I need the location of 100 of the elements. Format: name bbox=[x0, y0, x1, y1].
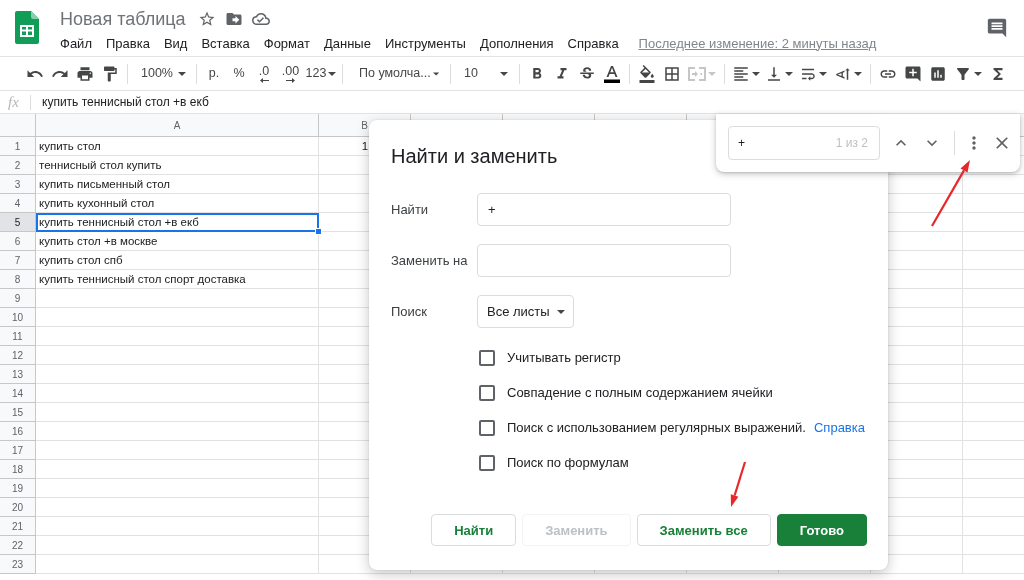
dialog-title: Найти и заменить bbox=[391, 144, 559, 168]
table-cell-text: купить письменный стол bbox=[38, 177, 172, 192]
borders-icon[interactable] bbox=[663, 64, 681, 83]
menu-item[interactable]: Справка bbox=[567, 35, 619, 51]
dialog-button[interactable]: Найти bbox=[431, 514, 517, 546]
font-size-dropdown[interactable]: 10 bbox=[456, 60, 514, 87]
caret-icon bbox=[819, 71, 827, 76]
spreadsheet-logo-icon[interactable] bbox=[15, 11, 39, 44]
caret-icon bbox=[785, 71, 793, 76]
table-cell-text: купить кухонный стол bbox=[38, 196, 156, 211]
formula-input[interactable]: купить теннисный стол +в екб bbox=[42, 95, 209, 109]
help-link[interactable]: Справка bbox=[813, 420, 865, 435]
field-label: Заменить на bbox=[391, 253, 469, 268]
cloud-check-icon[interactable] bbox=[251, 10, 270, 28]
menu-item[interactable]: Вставка bbox=[201, 35, 250, 51]
caret-icon bbox=[178, 71, 186, 76]
star-icon[interactable] bbox=[197, 10, 216, 28]
table-cell-text: купить теннисный стол спорт доставка bbox=[38, 272, 247, 287]
row-number[interactable]: 6 bbox=[0, 232, 36, 251]
menu-item[interactable]: Файл bbox=[60, 35, 92, 51]
currency-format-button[interactable]: р. bbox=[202, 60, 226, 87]
percent-format-button[interactable]: % bbox=[227, 60, 251, 87]
menu-item[interactable]: Правка bbox=[105, 35, 150, 51]
row-number[interactable]: 7 bbox=[0, 251, 36, 270]
row-number[interactable]: 18 bbox=[0, 460, 36, 479]
add-comment-icon[interactable] bbox=[904, 64, 922, 83]
caret-icon bbox=[854, 71, 862, 76]
align-left-icon[interactable] bbox=[732, 64, 750, 83]
row-number[interactable]: 13 bbox=[0, 365, 36, 384]
folder-move-icon[interactable] bbox=[224, 10, 243, 28]
document-title[interactable]: Новая таблица bbox=[60, 8, 186, 30]
checkbox[interactable] bbox=[479, 454, 495, 471]
row-number[interactable]: 12 bbox=[0, 346, 36, 365]
option-label: Поиск по формулам bbox=[507, 455, 629, 470]
caret-icon bbox=[974, 71, 982, 76]
row-number[interactable]: 15 bbox=[0, 403, 36, 422]
menu-item[interactable]: Вид bbox=[163, 35, 188, 51]
caret-icon bbox=[500, 71, 508, 76]
column-header[interactable]: A bbox=[36, 114, 319, 136]
row-number[interactable]: 21 bbox=[0, 517, 36, 536]
option-label: Поиск с использованием регулярных выражений. bbox=[507, 420, 806, 435]
fill-color-icon[interactable] bbox=[638, 64, 656, 83]
vertical-align-icon[interactable] bbox=[765, 64, 783, 83]
field-label: Поиск bbox=[391, 304, 429, 319]
dialog-button[interactable]: Заменить все bbox=[636, 514, 771, 546]
checkbox[interactable] bbox=[479, 419, 495, 436]
decrease-decimals-button[interactable]: .0 bbox=[252, 60, 276, 87]
number-format-dropdown[interactable]: 123 bbox=[305, 60, 337, 87]
paint-roller-icon[interactable] bbox=[101, 64, 119, 83]
menu-item[interactable]: Дополнения bbox=[479, 35, 554, 51]
row-number[interactable]: 8 bbox=[0, 270, 36, 289]
caret-icon bbox=[328, 71, 337, 76]
replace-input[interactable] bbox=[477, 244, 731, 277]
option-label: Совпадение с полным содержанием ячейки bbox=[507, 385, 773, 400]
font-dropdown[interactable]: По умолча... bbox=[348, 60, 445, 87]
last-edit-link[interactable]: Последнее изменение: 2 минуты назад bbox=[638, 35, 877, 51]
row-number[interactable]: 9 bbox=[0, 289, 36, 308]
menu-item[interactable]: Данные bbox=[323, 35, 371, 51]
increase-decimals-button[interactable]: .00 bbox=[277, 60, 304, 87]
row-number[interactable]: 5 bbox=[0, 213, 36, 232]
match-count: 1 из 2 bbox=[835, 136, 868, 150]
arrow-right-icon bbox=[286, 77, 295, 83]
row-number[interactable]: 10 bbox=[0, 308, 36, 327]
scope-dropdown[interactable]: Все листы bbox=[477, 295, 574, 328]
table-cell-text: купить стол bbox=[38, 139, 102, 154]
row-number[interactable]: 2 bbox=[0, 156, 36, 175]
field-label: Найти bbox=[391, 202, 430, 217]
row-number[interactable]: 11 bbox=[0, 327, 36, 346]
row-number[interactable]: 17 bbox=[0, 441, 36, 460]
checkbox[interactable] bbox=[479, 349, 495, 366]
chart-icon[interactable] bbox=[929, 64, 947, 83]
dialog-button[interactable]: Готово bbox=[776, 514, 867, 546]
table-cell-text: купить стол +в москве bbox=[38, 234, 159, 249]
caret-icon bbox=[432, 71, 439, 76]
caret-icon bbox=[556, 309, 565, 314]
fill-handle-icon[interactable] bbox=[315, 228, 322, 235]
caret-icon bbox=[708, 71, 716, 76]
zoom-dropdown[interactable]: 100% bbox=[133, 60, 191, 87]
row-number[interactable]: 3 bbox=[0, 175, 36, 194]
checkbox[interactable] bbox=[479, 384, 495, 401]
row-number[interactable]: 23 bbox=[0, 555, 36, 574]
option-label: Учитывать регистр bbox=[507, 350, 621, 365]
find-input[interactable]: + bbox=[477, 193, 731, 226]
row-number[interactable]: 14 bbox=[0, 384, 36, 403]
row-number[interactable]: 22 bbox=[0, 536, 36, 555]
row-number[interactable]: 1 bbox=[0, 137, 36, 156]
row-number[interactable]: 4 bbox=[0, 194, 36, 213]
text-color-icon[interactable] bbox=[604, 64, 620, 83]
table-cell-text: купить стол спб bbox=[38, 253, 124, 268]
arrow-left-icon bbox=[259, 77, 269, 83]
row-number[interactable]: 16 bbox=[0, 422, 36, 441]
fx-label: fx bbox=[7, 93, 20, 111]
menu-item[interactable]: Инструменты bbox=[384, 35, 466, 51]
row-number[interactable]: 19 bbox=[0, 479, 36, 498]
menu-item[interactable]: Формат bbox=[263, 35, 310, 51]
row-number[interactable]: 20 bbox=[0, 498, 36, 517]
print-icon[interactable] bbox=[76, 64, 94, 83]
caret-icon bbox=[752, 71, 760, 76]
comment-icon[interactable] bbox=[986, 17, 1008, 39]
selected-cell[interactable]: купить теннисный стол +в екб bbox=[36, 213, 319, 232]
